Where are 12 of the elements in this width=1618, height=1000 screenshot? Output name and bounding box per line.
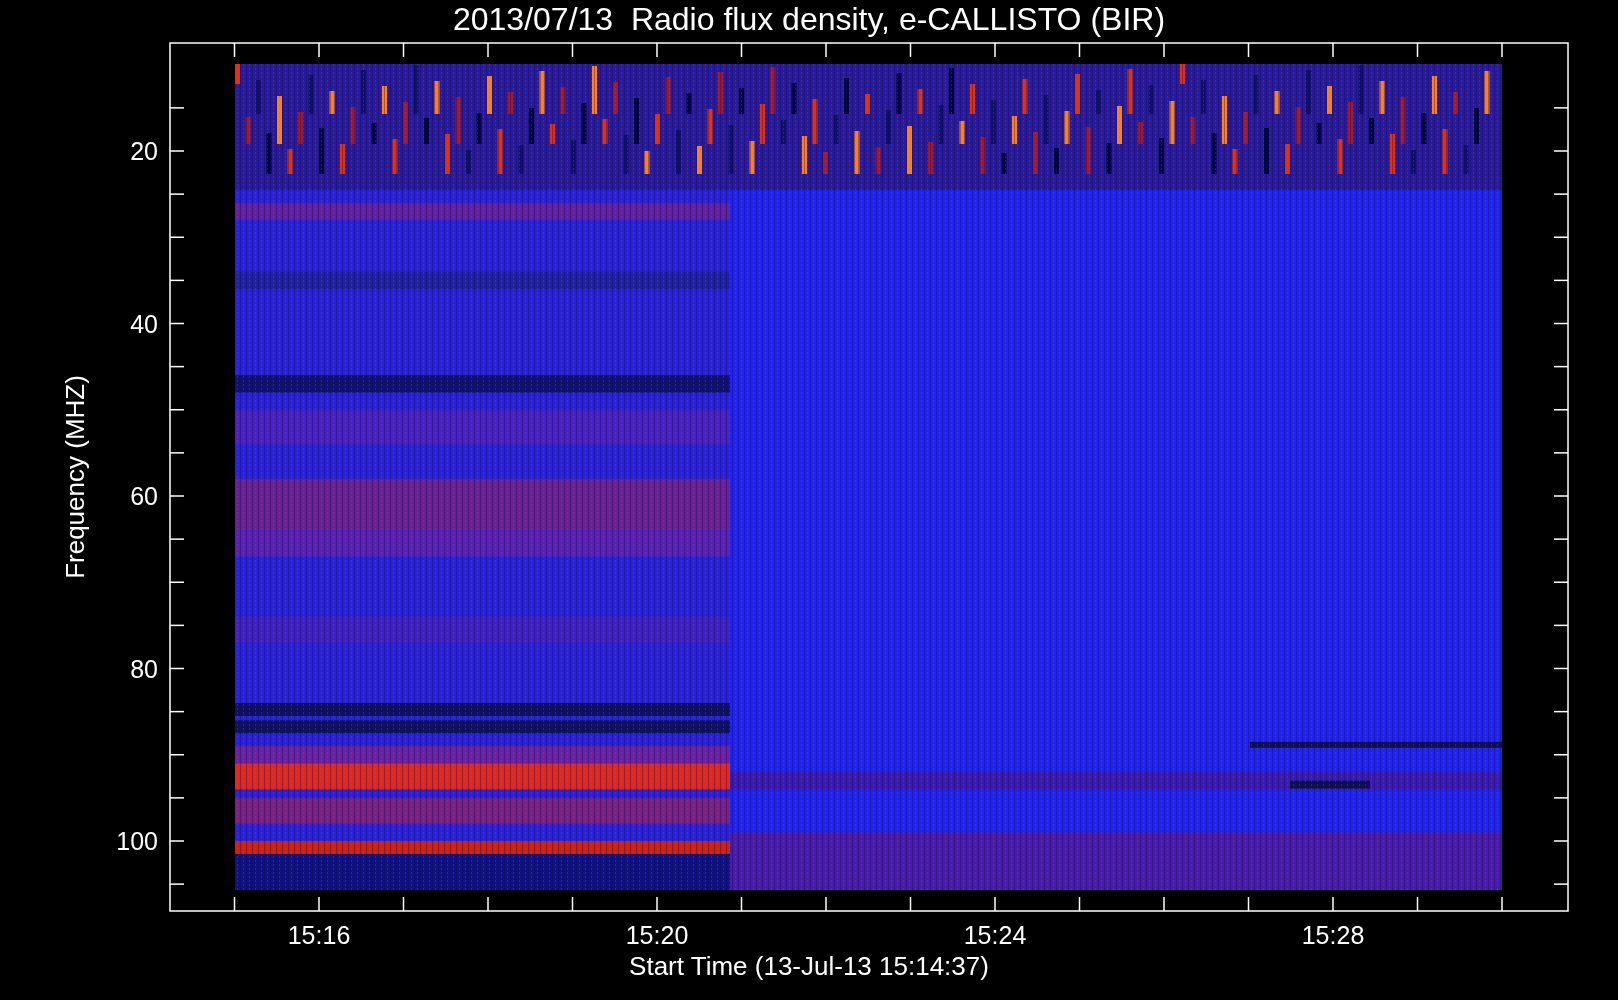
tick-label: 15:20 xyxy=(625,921,689,949)
tick-label: 15:28 xyxy=(1301,921,1365,949)
tick-label: 60 xyxy=(130,482,158,510)
tick-label: 15:24 xyxy=(963,921,1027,949)
tick-label: 100 xyxy=(116,827,158,855)
tick-label: 40 xyxy=(130,309,158,338)
plot-title: 2013/07/13 Radio flux density, e-CALLISTO (BIR) xyxy=(452,1,1166,37)
tick-label: 20 xyxy=(130,137,158,165)
axis-label: Frequency (MHZ) xyxy=(60,375,90,579)
tick-label: 80 xyxy=(130,654,158,683)
tick-label: 15:16 xyxy=(287,921,351,949)
axis-label: Start Time (13-Jul-13 15:14:37) xyxy=(629,951,989,981)
